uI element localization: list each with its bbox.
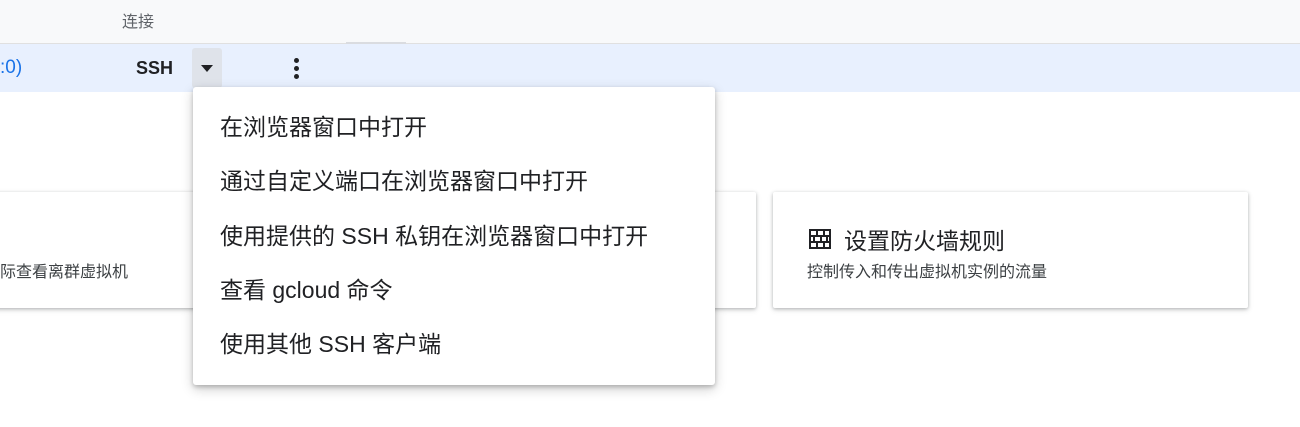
ssh-options-menu: 在浏览器窗口中打开 通过自定义端口在浏览器窗口中打开 使用提供的 SSH 私钥在… [193,87,715,385]
table-row: :0) SSH [0,44,1300,92]
ssh-options-dropdown[interactable] [192,48,222,88]
table-header: 连接 [0,0,1300,44]
more-actions-button[interactable] [286,50,306,86]
menu-item-other-ssh-client[interactable]: 使用其他 SSH 客户端 [220,330,441,358]
card-description: 际查看离群虚拟机 [0,264,129,281]
more-vert-icon [293,57,299,63]
menu-item-open-custom-port[interactable]: 通过自定义端口在浏览器窗口中打开 [220,167,588,195]
firewall-rules-card[interactable]: 设置防火墙规则 控制传入和传出虚拟机实例的流量 [773,192,1248,308]
more-vert-dot [293,73,299,79]
menu-item-open-in-browser[interactable]: 在浏览器窗口中打开 [220,113,427,141]
caret-down-icon [201,64,213,72]
ssh-connect-button[interactable]: SSH [136,58,173,79]
column-header-connect: 连接 [122,14,155,31]
card-title: 设置防火墙规则 [844,228,1005,254]
firewall-icon [809,229,831,249]
more-vert-dot [293,65,299,71]
menu-item-open-with-private-key[interactable]: 使用提供的 SSH 私钥在浏览器窗口中打开 [220,222,648,250]
card-description: 控制传入和传出虚拟机实例的流量 [807,264,1048,281]
menu-item-view-gcloud-command[interactable]: 查看 gcloud 命令 [220,276,393,304]
ip-address-link[interactable]: :0) [0,57,22,79]
